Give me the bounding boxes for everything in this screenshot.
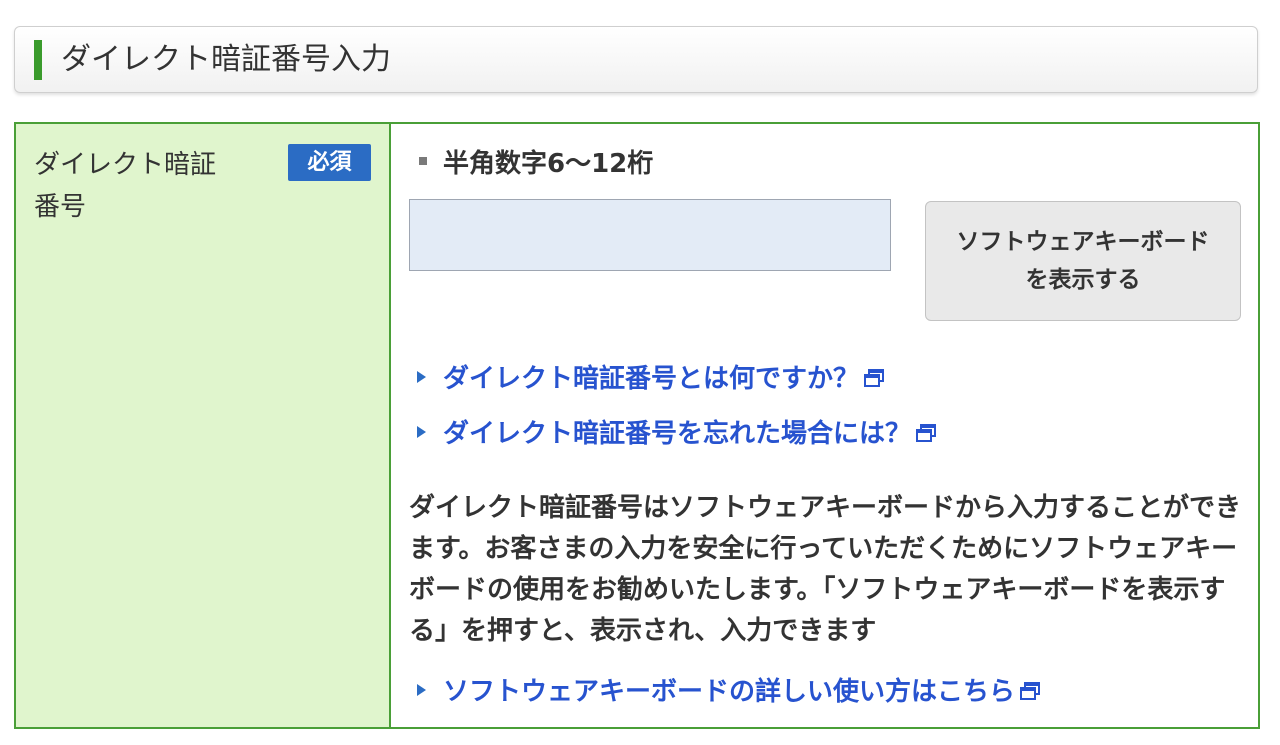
triangle-right-icon bbox=[417, 426, 426, 438]
forgot-pin-link[interactable]: ダイレクト暗証番号を忘れた場合には？ bbox=[417, 416, 937, 452]
what-is-pin-link[interactable]: ダイレクト暗証番号とは何ですか？ bbox=[417, 361, 885, 397]
external-window-icon bbox=[864, 368, 885, 387]
pin-input[interactable] bbox=[409, 199, 891, 271]
page-title: ダイレクト暗証番号入力 bbox=[61, 42, 391, 77]
field-label-line1: ダイレクト暗証 bbox=[34, 150, 217, 180]
show-software-keyboard-button[interactable]: ソフトウェアキーボード を表示する bbox=[925, 201, 1241, 321]
keyboard-help-link[interactable]: ソフトウェアキーボードの詳しい使い方はこちら bbox=[417, 674, 1041, 710]
external-window-icon bbox=[1020, 681, 1041, 700]
external-window-icon bbox=[916, 423, 937, 442]
pin-form-table: ダイレクト暗証 番号 必須 半角数字6〜12桁 ソフトウェアキーボード を表示す… bbox=[14, 122, 1260, 729]
field-label: ダイレクト暗証 番号 bbox=[34, 144, 244, 228]
header-accent-bar bbox=[34, 40, 42, 80]
keyboard-description: ダイレクト暗証番号はソフトウェアキーボードから入力することができます。お客さまの… bbox=[409, 493, 1242, 646]
keyboard-button-line1: ソフトウェアキーボード bbox=[956, 229, 1210, 255]
forgot-pin-link-label: ダイレクト暗証番号を忘れた場合には？ bbox=[443, 419, 912, 449]
input-hint-text: 半角数字6〜12桁 bbox=[443, 149, 654, 179]
keyboard-button-line2: を表示する bbox=[1025, 267, 1141, 293]
field-label-cell: ダイレクト暗証 番号 必須 bbox=[16, 124, 391, 727]
field-label-line2: 番号 bbox=[34, 192, 87, 222]
required-badge: 必須 bbox=[288, 144, 371, 181]
what-is-pin-link-label: ダイレクト暗証番号とは何ですか？ bbox=[443, 364, 860, 394]
section-header: ダイレクト暗証番号入力 bbox=[14, 26, 1258, 93]
field-content-cell: 半角数字6〜12桁 ソフトウェアキーボード を表示する ダイレクト暗証番号とは何… bbox=[391, 124, 1258, 727]
square-bullet-icon bbox=[419, 156, 427, 165]
triangle-right-icon bbox=[417, 684, 426, 696]
keyboard-help-link-label: ソフトウェアキーボードの詳しい使い方はこちら bbox=[443, 677, 1016, 707]
triangle-right-icon bbox=[417, 371, 426, 383]
input-hint: 半角数字6〜12桁 bbox=[419, 146, 653, 182]
